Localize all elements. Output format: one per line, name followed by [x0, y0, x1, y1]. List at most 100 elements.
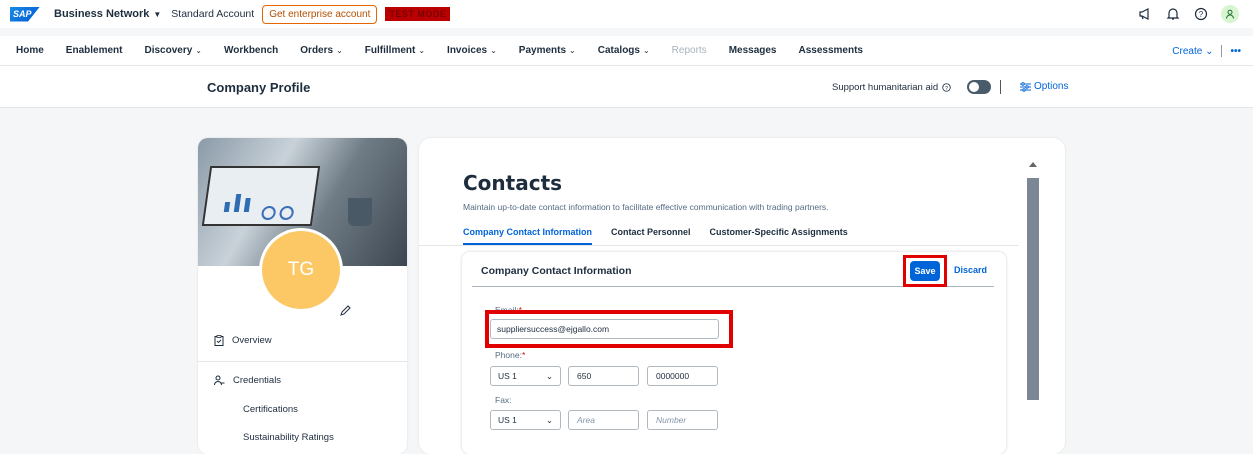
nav-label: Discovery: [144, 45, 193, 56]
sidebar-item-overview[interactable]: Overview: [214, 335, 272, 346]
nav-label: Invoices: [447, 45, 488, 56]
nav-discovery[interactable]: Discovery ⌄: [144, 45, 202, 56]
chevron-down-icon: ⌄: [195, 46, 202, 55]
tab-customer-specific-assignments[interactable]: Customer-Specific Assignments: [710, 227, 848, 245]
divider: [1000, 80, 1001, 94]
sidebar-item-label: Credentials: [233, 375, 282, 386]
save-highlight-box: [903, 255, 947, 287]
test-mode-badge: TEST MODE: [385, 7, 451, 21]
user-avatar-icon[interactable]: [1221, 5, 1239, 23]
divider: [1221, 45, 1223, 57]
info-icon[interactable]: ?: [942, 83, 951, 92]
phone-country-value: US 1: [498, 371, 517, 381]
tab-company-contact-information[interactable]: Company Contact Information: [463, 227, 593, 245]
contacts-card: Contacts Maintain up-to-date contact inf…: [419, 138, 1065, 454]
nav-label: Messages: [728, 45, 777, 56]
banner-screen-illustration: [201, 166, 321, 226]
email-highlight-box: [485, 310, 733, 348]
company-initials: TG: [262, 231, 340, 309]
nav-workbench[interactable]: Workbench: [224, 45, 278, 56]
chevron-down-icon: ⌄: [545, 370, 553, 381]
svg-text:?: ?: [945, 86, 948, 92]
nav-payments[interactable]: Payments ⌄: [519, 45, 576, 56]
caret-down-icon: ▼: [153, 9, 162, 19]
chevron-down-icon: ⌄: [1205, 45, 1214, 57]
help-icon[interactable]: ?: [1193, 6, 1209, 22]
nav-fulfillment[interactable]: Fulfillment ⌄: [365, 45, 425, 56]
nav-assessments[interactable]: Assessments: [799, 45, 863, 56]
options-icon: [1020, 81, 1031, 92]
nav-label: Catalogs: [597, 45, 640, 56]
business-network-menu[interactable]: Business Network ▼: [54, 8, 161, 20]
get-enterprise-account-button[interactable]: Get enterprise account: [262, 4, 378, 24]
banner-ring: [260, 206, 277, 220]
user-key-icon: [214, 375, 225, 386]
phone-label: Phone:*: [495, 350, 525, 360]
scrollbar-thumb[interactable]: [1027, 178, 1039, 400]
nav-label: Fulfillment: [364, 45, 416, 56]
humanitarian-label-text: Support humanitarian aid: [832, 82, 939, 93]
company-avatar: TG: [259, 228, 343, 312]
bell-icon[interactable]: [1165, 6, 1181, 22]
discard-button[interactable]: Discard: [954, 265, 987, 275]
phone-label-text: Phone:: [495, 350, 522, 360]
chevron-down-icon: ⌄: [336, 46, 343, 55]
banner-cup: [348, 198, 372, 226]
humanitarian-aid-label: Support humanitarian aid ?: [832, 82, 951, 93]
banner-bar: [223, 202, 231, 212]
edit-pencil-icon[interactable]: [339, 305, 351, 317]
phone-number-field[interactable]: 0000000: [647, 366, 718, 386]
company-contact-section: Company Contact Information Save Discard…: [462, 252, 1006, 454]
nav-label: Home: [16, 45, 44, 56]
more-options-icon[interactable]: •••: [1230, 46, 1241, 57]
sidebar-item-certifications[interactable]: Certifications: [243, 404, 298, 415]
clipboard-icon: [214, 335, 224, 346]
fax-number-field[interactable]: Number: [647, 410, 718, 430]
phone-area-field[interactable]: 650: [568, 366, 639, 386]
chevron-down-icon: ⌄: [418, 46, 426, 55]
section-title: Company Contact Information: [481, 265, 632, 277]
banner-ring: [278, 206, 295, 220]
fax-area-field[interactable]: Area: [568, 410, 639, 430]
tab-contact-personnel[interactable]: Contact Personnel: [611, 227, 691, 245]
fax-label: Fax:: [495, 395, 512, 405]
nav-label: Assessments: [798, 45, 863, 56]
contacts-description: Maintain up-to-date contact information …: [463, 202, 829, 212]
create-label: Create: [1172, 45, 1203, 57]
contacts-tabs: Company Contact Information Contact Pers…: [463, 227, 848, 245]
scroll-up-icon[interactable]: [1029, 162, 1037, 167]
chevron-down-icon: ⌄: [642, 46, 650, 55]
banner-bar: [233, 194, 242, 212]
phone-country-select[interactable]: US 1 ⌄: [490, 366, 561, 386]
nav-invoices[interactable]: Invoices ⌄: [447, 45, 497, 56]
create-menu[interactable]: Create ⌄: [1172, 46, 1213, 57]
fax-country-select[interactable]: US 1 ⌄: [490, 410, 561, 430]
nav-label: Orders: [300, 45, 334, 56]
nav-home[interactable]: Home: [16, 45, 44, 56]
nav-label: Payments: [518, 45, 567, 56]
page-header: Company Profile Support humanitarian aid…: [0, 66, 1253, 108]
sidebar-item-label: Overview: [232, 335, 272, 346]
svg-text:?: ?: [1199, 10, 1204, 19]
nav-reports: Reports: [672, 45, 707, 56]
sap-logo[interactable]: SAP: [10, 6, 40, 22]
fax-area-placeholder: Area: [577, 415, 595, 425]
nav-catalogs[interactable]: Catalogs ⌄: [598, 45, 650, 56]
banner-bar: [243, 198, 251, 212]
contacts-title: Contacts: [463, 171, 563, 195]
account-type: Standard Account: [171, 8, 255, 20]
nav-label: Reports: [671, 45, 707, 56]
nav-enablement[interactable]: Enablement: [66, 45, 123, 56]
scrollbar[interactable]: [1025, 162, 1041, 402]
sidebar-item-credentials[interactable]: Credentials: [214, 375, 281, 386]
product-name: Business Network: [54, 8, 150, 20]
shell-bar: SAP Business Network ▼ Standard Account …: [0, 0, 1253, 28]
nav-messages[interactable]: Messages: [729, 45, 777, 56]
divider: [198, 361, 407, 362]
sidebar-item-sustainability[interactable]: Sustainability Ratings: [243, 432, 334, 443]
nav-orders[interactable]: Orders ⌄: [300, 45, 343, 56]
humanitarian-aid-toggle[interactable]: [967, 80, 991, 94]
options-button[interactable]: Options: [1020, 81, 1068, 92]
tabs-divider: [419, 245, 1019, 246]
megaphone-icon[interactable]: [1137, 6, 1153, 22]
